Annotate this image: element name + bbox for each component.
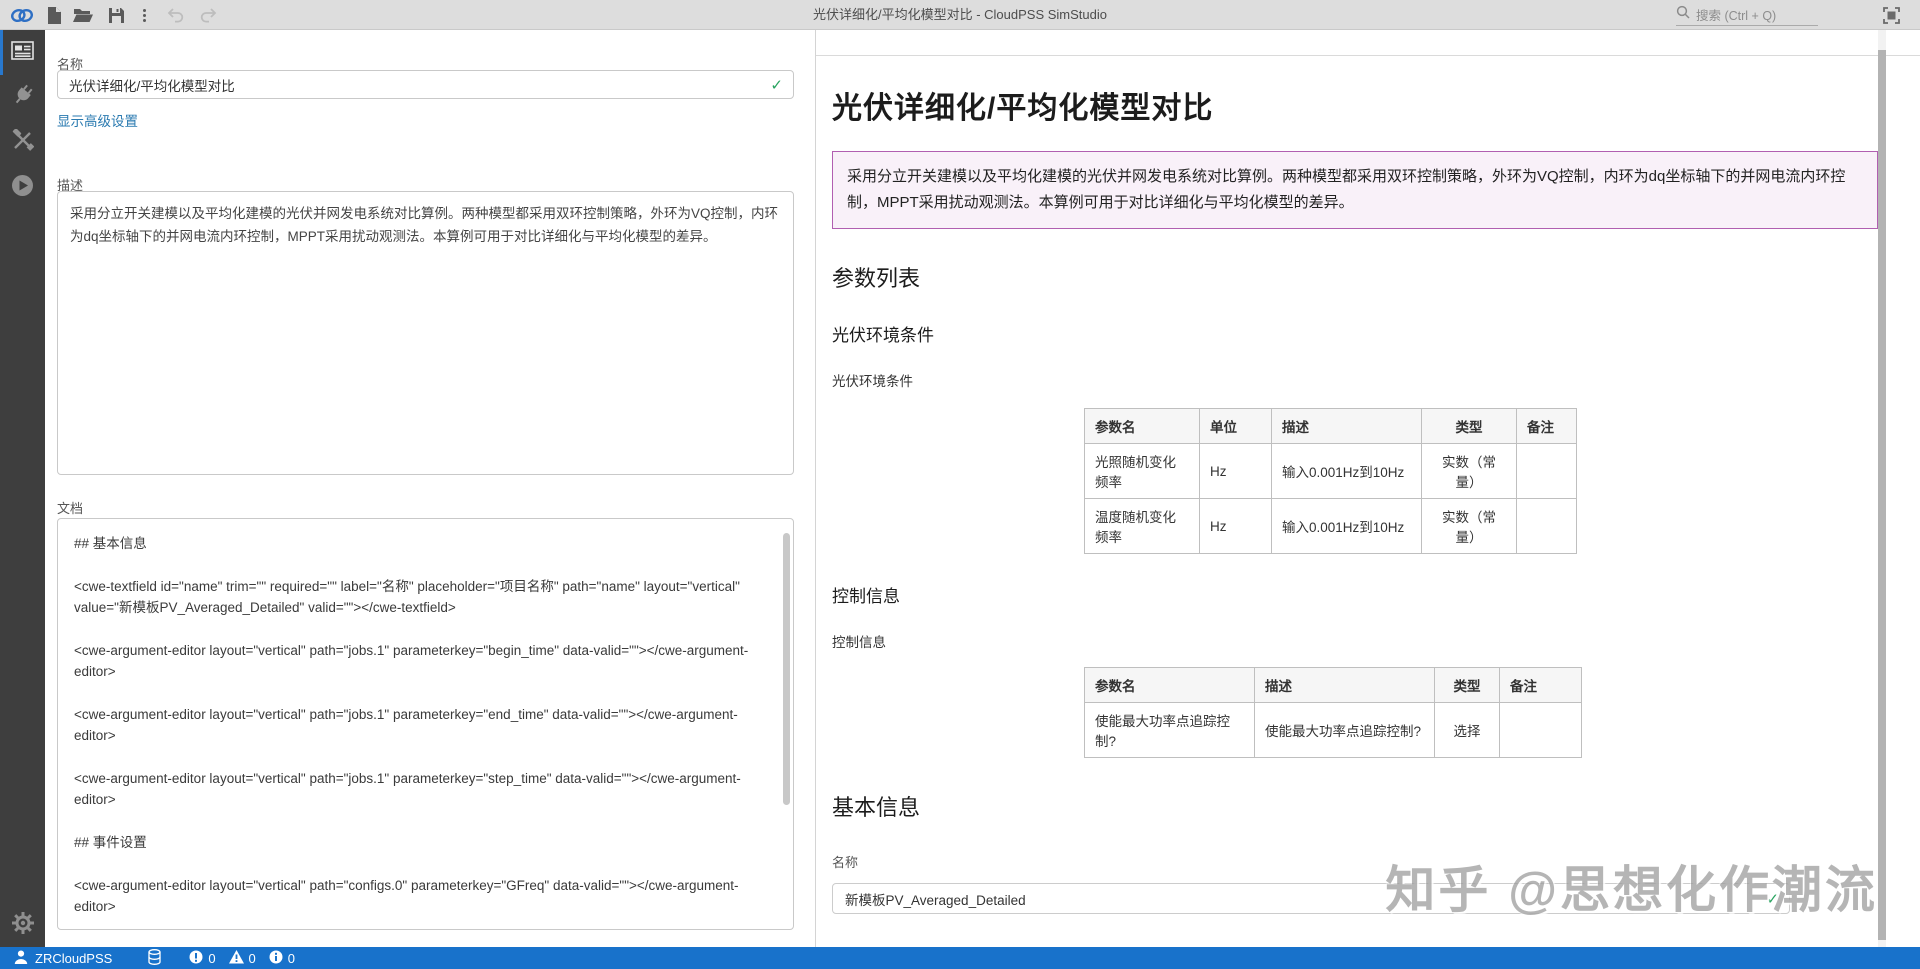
table-row: 使能最大功率点追踪控制? 使能最大功率点追踪控制? 选择 (1085, 703, 1582, 758)
play-circle-icon (11, 174, 34, 202)
col-header: 参数名 (1085, 409, 1200, 444)
valid-check-icon: ✓ (770, 76, 783, 94)
info-count: 0 (288, 951, 295, 966)
table-row: 光照随机变化频率 Hz 输入0.001Hz到10Hz 实数（常量） (1085, 444, 1577, 499)
username: ZRCloudPSS (35, 951, 112, 966)
col-header: 参数名 (1085, 668, 1255, 703)
fullscreen-icon[interactable] (1876, 0, 1906, 30)
params-heading: 参数列表 (832, 261, 1878, 293)
basic-info-heading: 基本信息 (832, 790, 1878, 822)
info-icon (269, 950, 283, 967)
user-icon (14, 950, 28, 967)
topbar: 光伏详细化/平均化模型对比 - CloudPSS SimStudio 搜索 (C… (0, 0, 1920, 30)
table-row: 温度随机变化频率 Hz 输入0.001Hz到10Hz 实数（常量） (1085, 499, 1577, 554)
window-title: 光伏详细化/平均化模型对比 - CloudPSS SimStudio (0, 0, 1920, 30)
ctrl-params-table: 参数名 描述 类型 备注 使能最大功率点追踪控制? 使能最大功率点追踪控制? 选… (1084, 667, 1582, 758)
sidebar-item-run[interactable] (0, 165, 45, 210)
doc-editor-scrollbar[interactable] (783, 533, 790, 805)
col-header: 类型 (1422, 409, 1517, 444)
page-title: 光伏详细化/平均化模型对比 (832, 83, 1878, 127)
warning-icon (229, 950, 244, 967)
sidebar-item-components[interactable] (0, 75, 45, 120)
cell: Hz (1200, 444, 1272, 499)
doc-line: <cwe-argument-editor layout="vertical" p… (74, 875, 767, 917)
col-header: 备注 (1500, 668, 1582, 703)
cell: 选择 (1435, 703, 1500, 758)
template-name-label: 名称 (832, 852, 1878, 871)
doc-line: <cwe-argument-editor layout="vertical" p… (74, 640, 767, 682)
cell (1517, 499, 1577, 554)
project-name-input[interactable] (58, 71, 793, 98)
settings-gear-icon[interactable] (0, 911, 45, 935)
preview-page: 光伏详细化/平均化模型对比 采用分立开关建模以及平均化建模的光伏并网发电系统对比… (832, 57, 1878, 947)
col-header: 类型 (1435, 668, 1500, 703)
sidebar-item-properties[interactable] (0, 30, 45, 75)
tools-icon (12, 129, 34, 156)
database-status[interactable] (148, 949, 161, 968)
template-name-field: ✓ (832, 883, 1790, 914)
form-details-icon (11, 41, 34, 65)
problems-summary[interactable]: 0 0 0 (189, 950, 303, 967)
properties-panel: 名称 ✓ 显示高级设置 描述 采用分立开关建模以及平均化建模的光伏并网发电系统对… (45, 30, 816, 947)
cell: 实数（常量） (1422, 444, 1517, 499)
document-label: 文档 (57, 498, 83, 517)
document-editor[interactable]: ## 基本信息 <cwe-textfield id="name" trim=""… (57, 518, 794, 930)
user-account[interactable]: ZRCloudPSS (14, 950, 112, 967)
cell: 实数（常量） (1422, 499, 1517, 554)
cell: 使能最大功率点追踪控制? (1085, 703, 1255, 758)
statusbar: ZRCloudPSS 0 0 (0, 947, 1920, 969)
valid-check-icon: ✓ (1766, 890, 1779, 908)
doc-line: <cwe-argument-editor layout="vertical" p… (74, 704, 767, 746)
error-icon (189, 950, 203, 967)
col-header: 备注 (1517, 409, 1577, 444)
env-heading: 光伏环境条件 (832, 321, 1878, 346)
project-name-field: ✓ (57, 70, 794, 99)
table-header-row: 参数名 描述 类型 备注 (1085, 668, 1582, 703)
cell: Hz (1200, 499, 1272, 554)
global-search[interactable]: 搜索 (Ctrl + Q) (1676, 4, 1818, 26)
doc-line: <cwe-textfield id="name" trim="" require… (74, 576, 767, 618)
table-header-row: 参数名 单位 描述 类型 备注 (1085, 409, 1577, 444)
col-header: 描述 (1255, 668, 1435, 703)
cell: 温度随机变化频率 (1085, 499, 1200, 554)
cell (1500, 703, 1582, 758)
warning-count: 0 (249, 951, 256, 966)
sidebar-item-tools[interactable] (0, 120, 45, 165)
main-scrollbar-thumb[interactable] (1878, 50, 1886, 940)
activity-sidebar (0, 30, 45, 947)
preview-toolbar-strip (816, 30, 1920, 56)
database-icon (148, 949, 161, 968)
doc-line: ## 事件设置 (74, 832, 767, 853)
description-textarea[interactable]: 采用分立开关建模以及平均化建模的光伏并网发电系统对比算例。两种模型都采用双环控制… (57, 191, 794, 475)
doc-line: ## 基本信息 (74, 533, 767, 554)
template-name-input[interactable] (833, 884, 1789, 913)
plug-icon (12, 84, 34, 111)
cell: 输入0.001Hz到10Hz (1272, 444, 1422, 499)
col-header: 单位 (1200, 409, 1272, 444)
search-icon (1676, 5, 1690, 24)
env-caption: 光伏环境条件 (832, 370, 1878, 390)
doc-line: <cwe-argument-editor layout="vertical" p… (74, 768, 767, 810)
error-count: 0 (208, 951, 215, 966)
cell: 光照随机变化频率 (1085, 444, 1200, 499)
cell: 输入0.001Hz到10Hz (1272, 499, 1422, 554)
cell: 使能最大功率点追踪控制? (1255, 703, 1435, 758)
col-header: 描述 (1272, 409, 1422, 444)
search-placeholder: 搜索 (Ctrl + Q) (1696, 5, 1776, 24)
preview-pane: 光伏详细化/平均化模型对比 采用分立开关建模以及平均化建模的光伏并网发电系统对比… (816, 30, 1920, 947)
ctrl-caption: 控制信息 (832, 631, 1878, 651)
env-params-table: 参数名 单位 描述 类型 备注 光照随机变化频率 Hz 输入0.001Hz到10… (1084, 408, 1577, 554)
summary-infobox: 采用分立开关建模以及平均化建模的光伏并网发电系统对比算例。两种模型都采用双环控制… (832, 151, 1878, 229)
main-scrollbar[interactable] (1878, 30, 1886, 947)
cell (1517, 444, 1577, 499)
ctrl-heading: 控制信息 (832, 582, 1878, 607)
show-advanced-settings-link[interactable]: 显示高级设置 (57, 110, 138, 130)
